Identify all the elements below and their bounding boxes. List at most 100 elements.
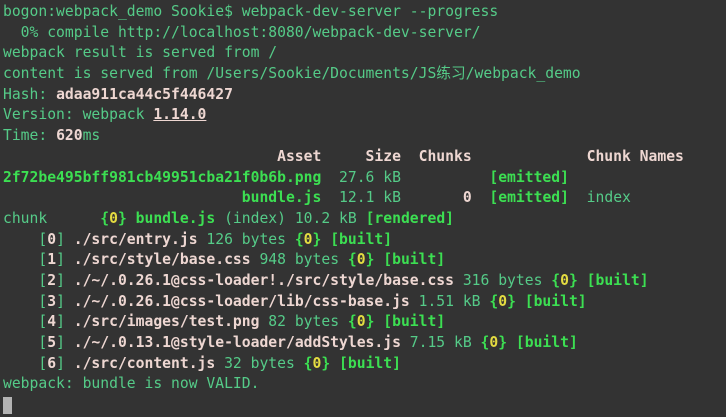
terminal-text-segment: Time:	[3, 127, 56, 144]
terminal-text-segment: bundle.js	[242, 189, 322, 206]
terminal-line: webpack: bundle is now VALID.	[3, 374, 726, 395]
terminal-text-segment: {	[100, 210, 109, 227]
terminal-text-segment	[578, 272, 587, 289]
terminal-text-segment: 2	[47, 272, 56, 289]
terminal-text-segment: 82 bytes	[259, 313, 347, 330]
terminal-text-segment: 4	[47, 313, 56, 330]
terminal-text-segment: 1.51 kB	[410, 293, 490, 310]
terminal-text-segment: [built]	[516, 334, 578, 351]
terminal-line: webpack result is served from /	[3, 43, 726, 64]
terminal-text-segment: 6	[47, 355, 56, 372]
terminal-text-segment	[321, 231, 330, 248]
terminal-text-segment: ]	[56, 313, 74, 330]
terminal-text-segment: [	[3, 334, 47, 351]
terminal-text-segment: [built]	[525, 293, 587, 310]
terminal-text-segment: [built]	[383, 313, 445, 330]
terminal-text-segment: [	[3, 251, 47, 268]
terminal-text-segment: 27.6 kB	[321, 169, 401, 186]
terminal-text-segment: ]	[56, 272, 74, 289]
terminal-text-segment: 0	[560, 272, 569, 289]
terminal-text-segment: 3	[47, 293, 56, 310]
terminal-text-segment: }	[498, 334, 507, 351]
terminal-text-segment: 5	[47, 334, 56, 351]
terminal-text-segment: [emitted]	[489, 189, 569, 206]
terminal-text-segment	[401, 169, 489, 186]
terminal-text-segment: }	[118, 210, 127, 227]
terminal-text-segment: }	[507, 293, 516, 310]
terminal-text-segment: chunk	[3, 210, 100, 227]
terminal-line: 2f72be495bff981cb49951cba21f0b6b.png 27.…	[3, 168, 726, 189]
terminal-text-segment	[516, 293, 525, 310]
terminal-line	[3, 395, 726, 416]
terminal-text-segment: 948 bytes	[251, 251, 348, 268]
terminal-line: [1] ./src/style/base.css 948 bytes {0} […	[3, 250, 726, 271]
terminal-text-segment: ]	[56, 231, 74, 248]
terminal-line: Version: webpack 1.14.0	[3, 105, 726, 126]
terminal-text-segment: 1	[47, 251, 56, 268]
terminal-text-segment: {	[551, 272, 560, 289]
terminal-text-segment: webpack result is served from /	[3, 44, 277, 61]
terminal-text-segment: 126 bytes	[198, 231, 295, 248]
terminal-text-segment: [built]	[383, 251, 445, 268]
terminal-text-segment: webpack: bundle is now VALID.	[3, 375, 259, 392]
terminal-text-segment: ./~/.0.13.1@style-loader/addStyles.js	[74, 334, 401, 351]
terminal-text-segment: 12.1 kB	[321, 189, 401, 206]
terminal-text-segment: [built]	[330, 231, 392, 248]
terminal-text-segment: 0	[498, 293, 507, 310]
terminal-text-segment: [built]	[587, 272, 649, 289]
terminal-text-segment	[330, 355, 339, 372]
terminal-text-segment: ]	[56, 355, 74, 372]
terminal-text-segment: ]	[56, 251, 74, 268]
terminal-line: bundle.js 12.1 kB 0 [emitted] index	[3, 188, 726, 209]
terminal-text-segment: ./src/images/test.png	[74, 313, 260, 330]
terminal-text-segment: 0	[47, 231, 56, 248]
terminal-text-segment: [emitted]	[489, 169, 569, 186]
terminal-line: [5] ./~/.0.13.1@style-loader/addStyles.j…	[3, 333, 726, 354]
terminal-text-segment: 0	[109, 210, 118, 227]
terminal-text-segment: bogon:webpack_demo Sookie$ webpack-dev-s…	[3, 3, 498, 20]
terminal-text-segment: 0	[357, 251, 366, 268]
terminal-text-segment: {	[348, 313, 357, 330]
terminal-text-segment	[374, 313, 383, 330]
terminal-text-segment: [	[3, 293, 47, 310]
terminal-text-segment: }	[569, 272, 578, 289]
terminal-window[interactable]: bogon:webpack_demo Sookie$ webpack-dev-s…	[0, 0, 726, 417]
terminal-text-segment: [	[3, 231, 47, 248]
terminal-text-segment: 7.15 kB	[401, 334, 481, 351]
terminal-text-segment	[401, 189, 463, 206]
terminal-text-segment: 316 bytes	[454, 272, 551, 289]
terminal-text-segment: ./src/style/base.css	[74, 251, 251, 268]
terminal-text-segment: 1.14.0	[153, 106, 206, 123]
terminal-line: Time: 620ms	[3, 126, 726, 147]
terminal-line: [6] ./src/content.js 32 bytes {0} [built…	[3, 354, 726, 375]
terminal-text-segment: 0% compile http://localhost:8080/webpack…	[3, 24, 481, 41]
terminal-line: bogon:webpack_demo Sookie$ webpack-dev-s…	[3, 2, 726, 23]
terminal-text-segment: Hash:	[3, 86, 56, 103]
terminal-text-segment: ./src/content.js	[74, 355, 215, 372]
terminal-line: [3] ./~/.0.26.1@css-loader/lib/css-base.…	[3, 292, 726, 313]
terminal-text-segment: 0	[489, 334, 498, 351]
terminal-text-segment: ]	[56, 334, 74, 351]
terminal-text-segment: 0	[357, 313, 366, 330]
terminal-line: content is served from /Users/Sookie/Doc…	[3, 64, 726, 85]
terminal-text-segment: bundle.js	[136, 210, 216, 227]
terminal-text-segment: 2f72be495bff981cb49951cba21f0b6b.png	[3, 169, 321, 186]
terminal-line: [2] ./~/.0.26.1@css-loader!./src/style/b…	[3, 271, 726, 292]
terminal-text-segment: {	[348, 251, 357, 268]
terminal-line: Hash: adaa911ca44c5f446427	[3, 85, 726, 106]
terminal-text-segment: ./~/.0.26.1@css-loader/lib/css-base.js	[74, 293, 410, 310]
terminal-text-segment: [rendered]	[366, 210, 454, 227]
terminal-text-segment: [	[3, 272, 47, 289]
terminal-text-segment: 32 bytes	[215, 355, 303, 372]
terminal-text-segment: 0	[304, 231, 313, 248]
terminal-text-segment: (index) 10.2 kB	[215, 210, 365, 227]
terminal-text-segment	[374, 251, 383, 268]
terminal-line: [4] ./src/images/test.png 82 bytes {0} […	[3, 312, 726, 333]
terminal-text-segment	[3, 189, 242, 206]
terminal-text-segment: ./~/.0.26.1@css-loader!./src/style/base.…	[74, 272, 454, 289]
terminal-text-segment	[127, 210, 136, 227]
terminal-text-segment: ./src/entry.js	[74, 231, 198, 248]
terminal-text-segment: {	[304, 355, 313, 372]
terminal-line: 0% compile http://localhost:8080/webpack…	[3, 23, 726, 44]
terminal-text-segment: adaa911ca44c5f446427	[56, 86, 233, 103]
